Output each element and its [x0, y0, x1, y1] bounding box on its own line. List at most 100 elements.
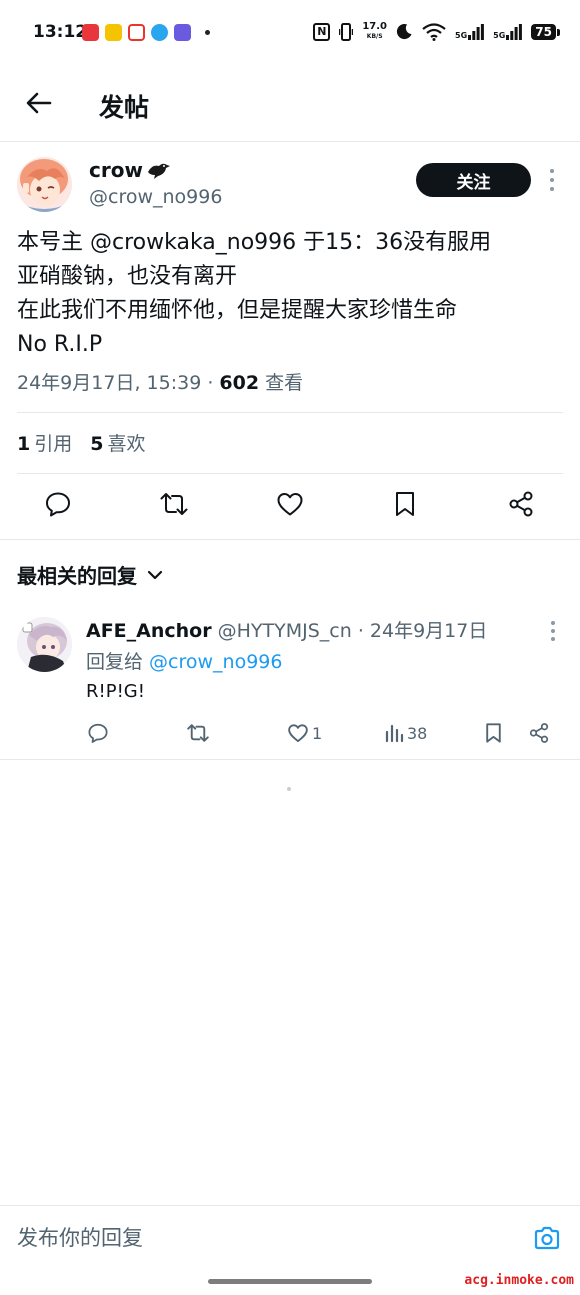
net-speed: 17.0 KB/S [362, 22, 387, 41]
post-body-line: No R.I.P [17, 332, 103, 357]
post-body-line: 本号主 @crowkaka_no996 于15：36没有服用 [17, 230, 492, 255]
reply-repost-button[interactable] [186, 719, 210, 747]
back-button[interactable] [22, 86, 56, 120]
browser-app-icon [151, 24, 168, 41]
black-bird-emoji-icon [147, 163, 170, 179]
divider [17, 473, 563, 474]
share-button[interactable] [503, 486, 539, 522]
author-avatar[interactable] [17, 157, 72, 212]
comment-icon [46, 492, 70, 517]
reply-sort-label: 最相关的回复 [17, 564, 137, 588]
quotes-label: 引用 [34, 433, 73, 455]
view-count: 602 [219, 372, 260, 394]
share-icon [529, 723, 549, 743]
post-body-line: 在此我们不用缅怀他，但是提醒大家珍惜生命 [17, 298, 458, 323]
status-system-icons: N 17.0 KB/S 5G 5G 75 [313, 22, 560, 41]
author-name-text: crow [89, 158, 143, 182]
arrow-left-icon [26, 92, 52, 114]
divider [17, 412, 563, 413]
reply-like-count: 1 [312, 723, 323, 743]
reply-comment-button[interactable] [87, 719, 109, 747]
engagement-stats: 1 引用 5 喜欢 [17, 429, 146, 456]
battery-indicator: 75 [531, 23, 560, 40]
reply-views-button[interactable]: 38 [384, 719, 427, 747]
reply-more-options-button[interactable] [547, 621, 559, 641]
net-speed-unit: KB/S [366, 33, 383, 40]
reply-like-button[interactable]: 1 [287, 719, 322, 747]
post-body-line: 亚硝酸钠，也没有离开 [17, 264, 238, 289]
status-time: 13:12 [33, 22, 88, 42]
post-body: 本号主 @crowkaka_no996 于15：36没有服用 亚硝酸钠，也没有离… [17, 226, 567, 362]
vibrate-icon [339, 22, 354, 41]
reply-action-bar: 1 38 [0, 719, 580, 749]
quotes-count: 1 [17, 433, 31, 455]
author-handle[interactable]: @crow_no996 [89, 186, 222, 208]
more-dot [550, 169, 554, 173]
likes-stat[interactable]: 5 喜欢 [90, 429, 145, 456]
status-bar: 13:12 N 17.0 KB/S 5G 5G 75 [0, 0, 580, 66]
top-app-bar: 发帖 [0, 66, 580, 142]
reply-share-button[interactable] [528, 719, 550, 747]
reply-bookmark-button[interactable] [484, 719, 503, 747]
more-dot [551, 637, 555, 641]
reply-to-label: 回复给 [86, 651, 150, 673]
heart-icon [288, 724, 308, 742]
likes-count: 5 [90, 433, 104, 455]
reply-view-count: 38 [407, 723, 428, 743]
signal-2-label: 5G [493, 30, 506, 40]
video-app-icon [105, 24, 122, 41]
notification-dot-icon [205, 30, 210, 35]
signal-bars-icon [506, 23, 523, 40]
reply-body: R!P!G! [86, 681, 145, 702]
reply-to-line: 回复给 @crow_no996 [86, 647, 282, 674]
reply-handle-date[interactable]: @HYTYMJS_cn · 24年9月17日 [212, 620, 488, 642]
reply-composer-bar [0, 1205, 580, 1265]
more-dot [551, 629, 555, 633]
comment-icon [88, 723, 108, 743]
watermark-text: acg.inmoke.com [464, 1273, 574, 1288]
gesture-home-indicator[interactable] [208, 1279, 372, 1284]
moon-icon [396, 24, 412, 40]
reply-item[interactable]: AFE_Anchor @HYTYMJS_cn · 24年9月17日 回复给 @c… [0, 600, 580, 760]
net-speed-value: 17.0 [362, 21, 388, 32]
page-title: 发帖 [99, 93, 150, 122]
music-app-icon [82, 24, 99, 41]
status-app-icons [82, 24, 210, 41]
repost-button[interactable] [156, 486, 192, 522]
author-name[interactable]: crow [89, 158, 170, 182]
follow-button[interactable]: 关注 [416, 163, 531, 197]
camera-button[interactable] [532, 1224, 562, 1252]
reply-composer-input[interactable] [17, 1226, 497, 1250]
reply-to-mention-link[interactable]: @crow_no996 [149, 651, 282, 673]
section-divider [0, 539, 580, 540]
post-more-options-button[interactable] [545, 169, 559, 191]
likes-label: 喜欢 [107, 433, 146, 455]
view-label: 查看 [259, 372, 304, 394]
chevron-down-icon [147, 570, 163, 579]
reply-author-name[interactable]: AFE_Anchor [86, 620, 212, 642]
repost-icon [187, 724, 209, 742]
signal-1-label: 5G [455, 30, 468, 40]
camera-icon [534, 1226, 560, 1250]
wifi-icon [422, 22, 446, 41]
reply-sort-dropdown[interactable]: 最相关的回复 [17, 560, 163, 589]
post-action-bar [0, 486, 580, 538]
weibo-app-icon [128, 24, 145, 41]
more-dot [550, 178, 554, 182]
signal-1: 5G [455, 23, 485, 40]
reply-header: AFE_Anchor @HYTYMJS_cn · 24年9月17日 [86, 616, 487, 643]
nfc-icon: N [313, 22, 331, 41]
post-meta: 24年9月17日, 15:39 · 602 查看 [17, 368, 303, 395]
bookmark-button[interactable] [387, 486, 423, 522]
quotes-stat[interactable]: 1 引用 [17, 429, 72, 456]
reply-author-avatar[interactable] [17, 617, 72, 672]
more-dot [551, 621, 555, 625]
signal-bars-icon [468, 23, 485, 40]
bookmark-icon [486, 723, 501, 743]
reply-button[interactable] [40, 486, 76, 522]
post-timestamp[interactable]: 24年9月17日, 15:39 · [17, 372, 219, 394]
more-dot [550, 187, 554, 191]
like-button[interactable] [272, 486, 308, 522]
heart-icon [277, 493, 303, 516]
tieba-app-icon [174, 24, 191, 41]
